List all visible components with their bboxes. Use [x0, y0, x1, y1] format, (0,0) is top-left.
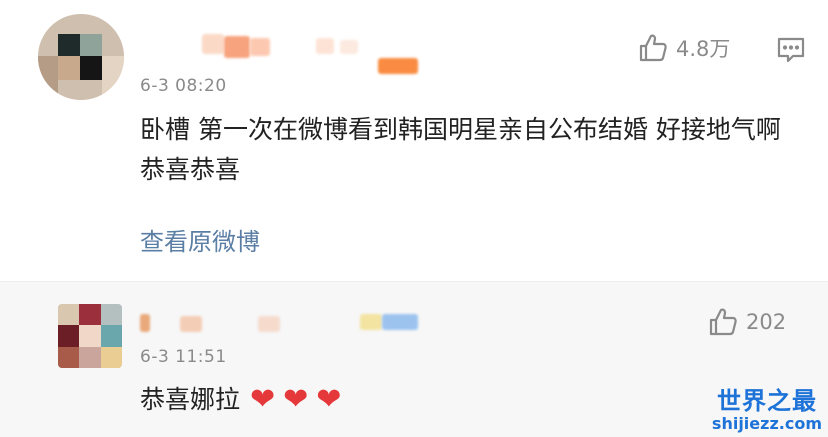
heart-emoji: ❤	[316, 382, 342, 417]
watermark-domain: shijiezz.com	[711, 414, 822, 433]
like-count: 202	[746, 310, 787, 334]
comment-time: 6-3 11:51	[140, 347, 227, 367]
heart-emoji: ❤	[283, 382, 309, 417]
avatar-pixel	[80, 56, 102, 80]
comment-item: 6-3 11:51 202 恭喜娜拉 ❤ ❤ ❤ 世界之最 shijiezz.c…	[0, 282, 828, 437]
avatar-pixel	[80, 34, 102, 56]
username-blurred[interactable]	[140, 34, 430, 74]
comment-time: 6-3 08:20	[140, 76, 227, 96]
heart-emoji: ❤	[250, 382, 276, 417]
avatar[interactable]	[58, 304, 122, 368]
emoji-group: ❤ ❤ ❤	[250, 385, 341, 415]
avatar-pixel	[79, 325, 101, 347]
avatar-pixel	[79, 347, 101, 368]
comment-text: 卧槽 第一次在微博看到韩国明星亲自公布结婚 好接地气啊 恭喜恭喜	[140, 115, 781, 184]
watermark-title: 世界之最	[716, 387, 817, 415]
like-button[interactable]: 4.8万	[638, 33, 730, 63]
like-count: 4.8万	[676, 37, 731, 61]
watermark: 世界之最 shijiezz.com	[712, 387, 822, 433]
avatar-pixel	[58, 347, 79, 368]
avatar-pixel	[101, 347, 122, 368]
avatar-pixel	[58, 34, 80, 56]
comment-text-content: 恭喜娜拉	[140, 385, 241, 414]
username-blurred[interactable]	[140, 312, 440, 334]
thumbs-up-icon	[638, 33, 668, 63]
avatar-pixel	[102, 56, 124, 100]
avatar[interactable]	[38, 14, 124, 100]
avatar-pixel	[101, 325, 122, 347]
avatar-pixel	[58, 56, 80, 80]
like-button[interactable]: 202	[708, 307, 786, 337]
comment-text: 恭喜娜拉 ❤ ❤ ❤	[140, 380, 640, 420]
avatar-pixel	[101, 304, 122, 325]
avatar-pixel	[58, 325, 79, 347]
reply-icon[interactable]	[776, 36, 806, 64]
avatar-pixel	[58, 304, 79, 325]
thumbs-up-icon	[708, 307, 738, 337]
avatar-pixel	[79, 304, 101, 325]
view-original-weibo-link[interactable]: 查看原微博	[140, 222, 260, 257]
avatar-pixel	[38, 56, 58, 100]
comment-item: 6-3 08:20 4.8万 卧槽 第一次在微博看到韩国明星亲自公布结婚 好接地…	[0, 0, 828, 282]
